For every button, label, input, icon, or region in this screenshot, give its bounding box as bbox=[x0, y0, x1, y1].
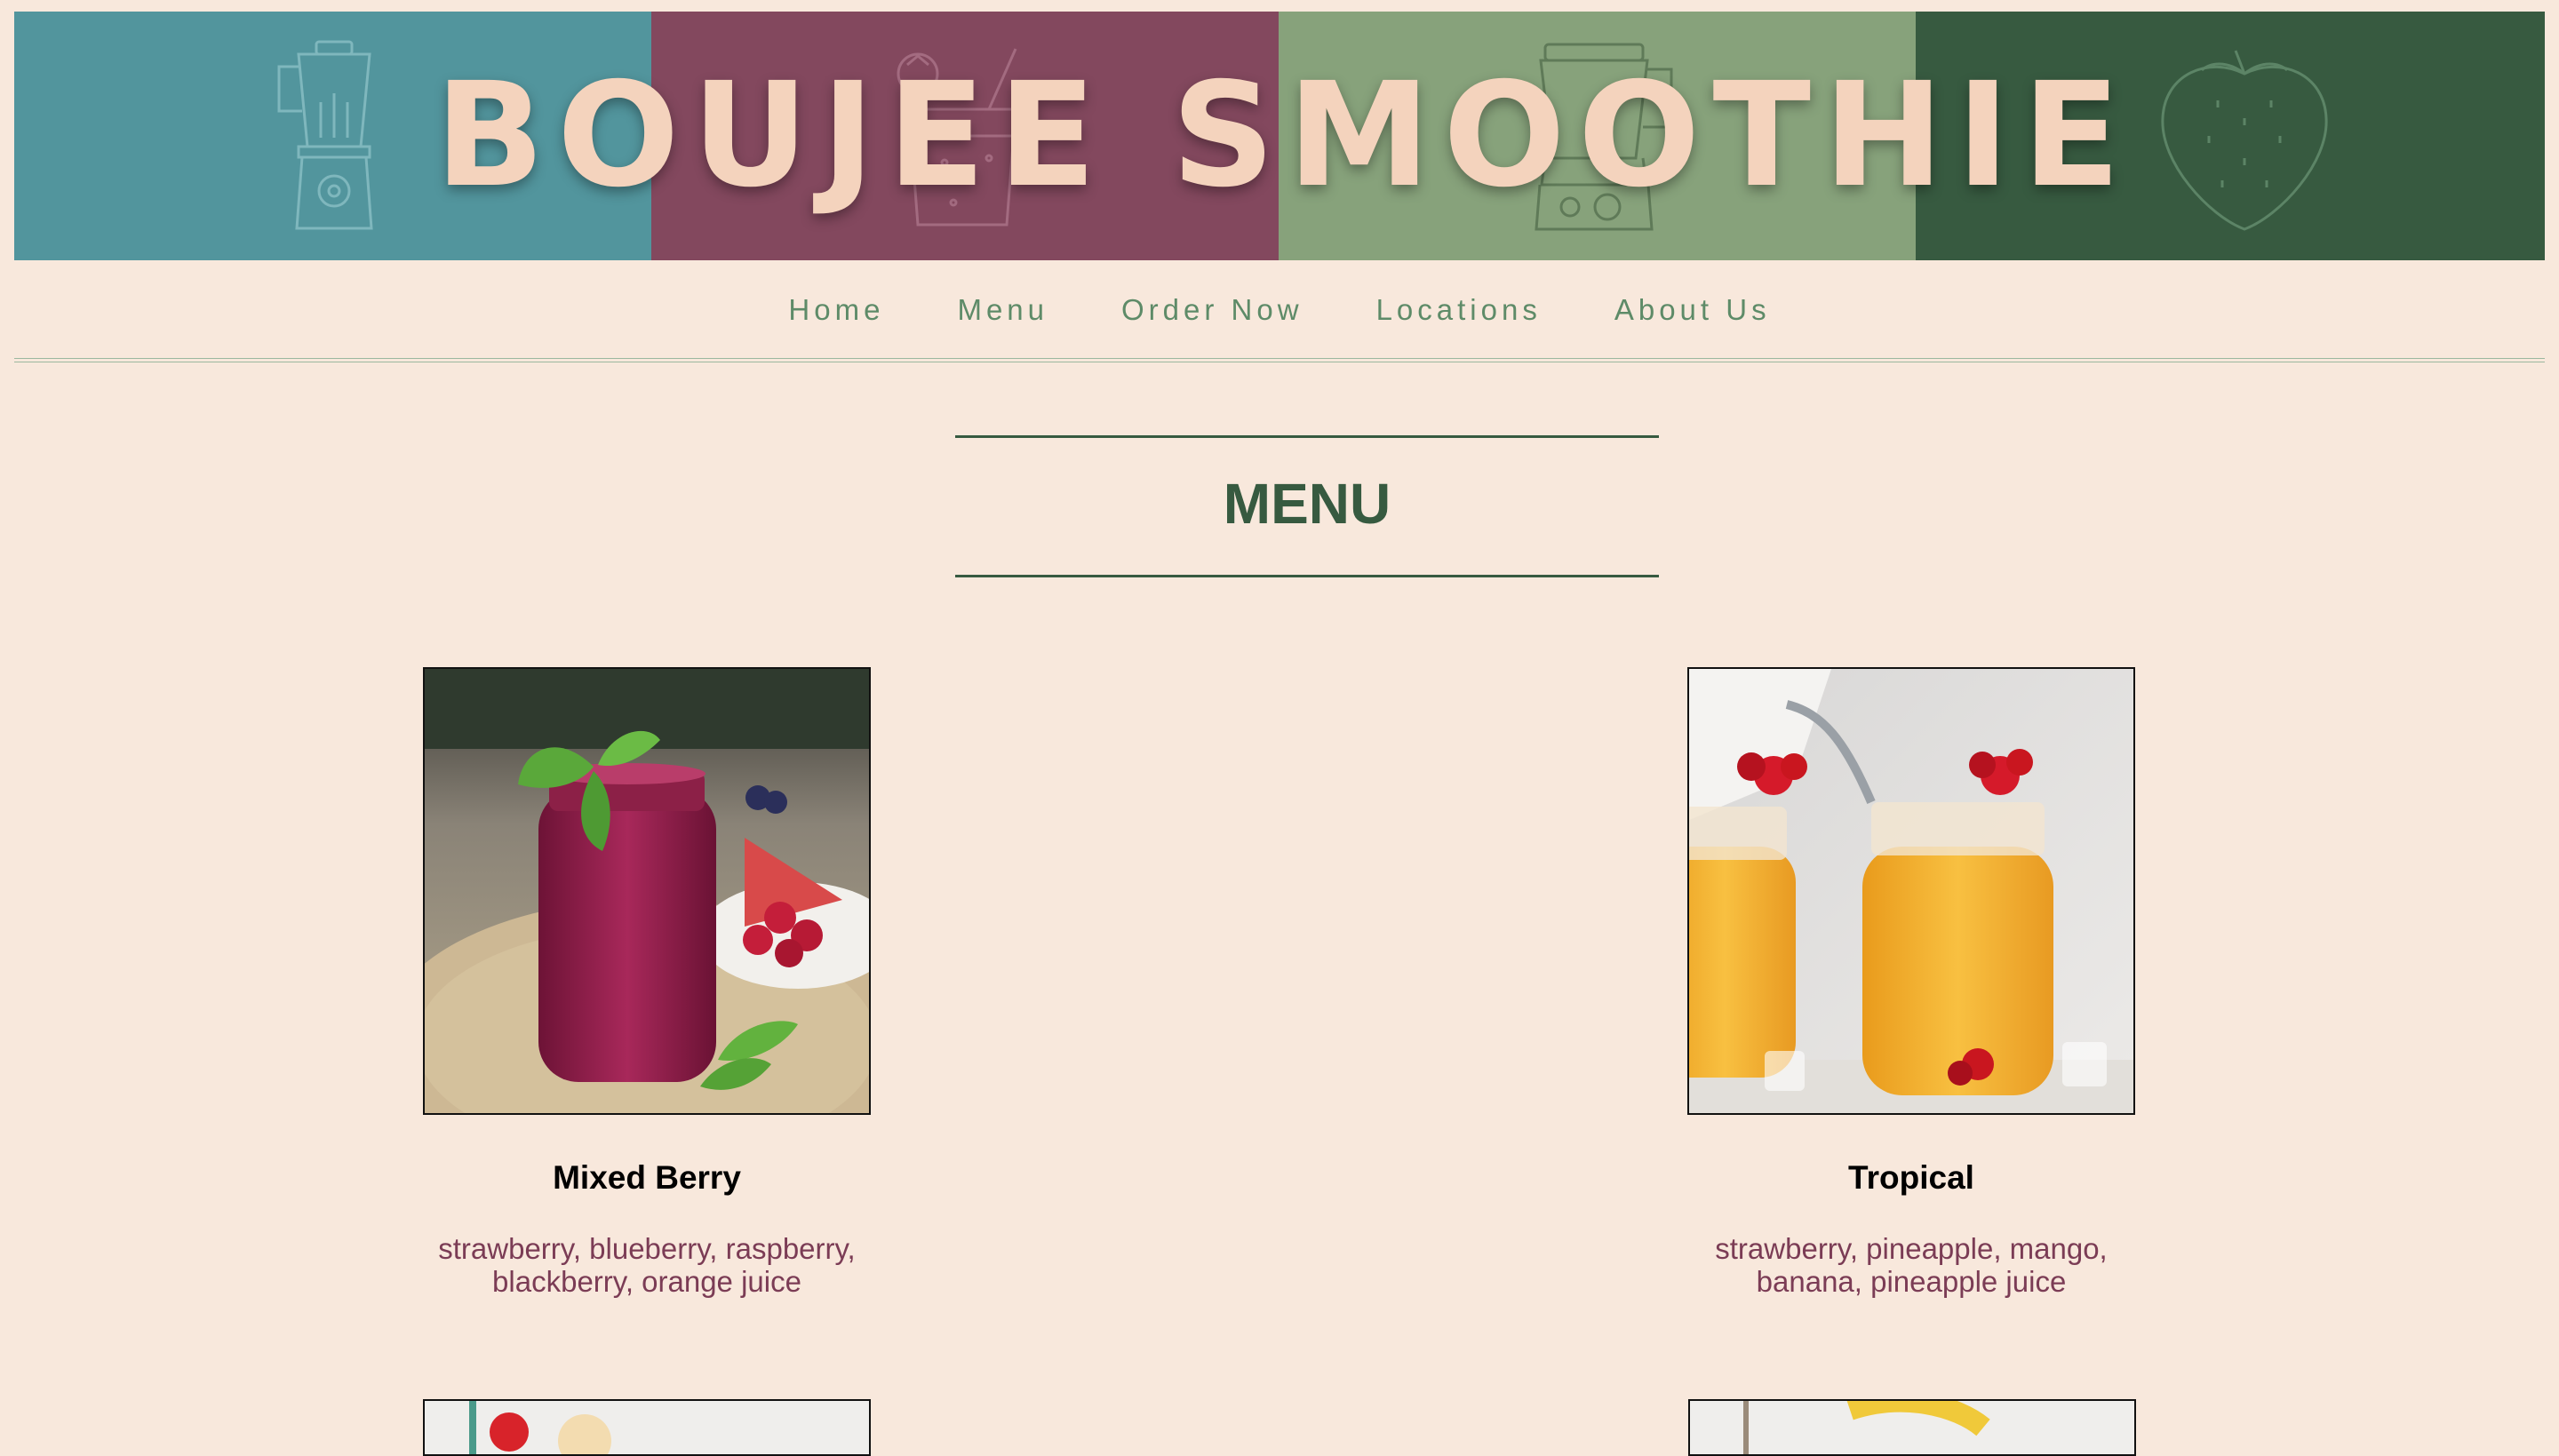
menu-heading: MENU bbox=[1223, 472, 1391, 536]
menu-heading-rule-top bbox=[955, 435, 1659, 438]
nav-link-about-us[interactable]: About Us bbox=[1614, 293, 1771, 327]
main-nav: Home Menu Order Now Locations About Us bbox=[14, 293, 2545, 327]
menu-heading-rule-bottom bbox=[955, 575, 1659, 577]
menu-item-name: Mixed Berry bbox=[553, 1159, 741, 1196]
menu-item-description: strawberry, blueberry, raspberry, blackb… bbox=[438, 1232, 856, 1298]
next-menu-item-photo bbox=[1688, 1399, 2136, 1456]
mixed-berry-smoothie-photo bbox=[423, 667, 871, 1115]
nav-link-locations[interactable]: Locations bbox=[1376, 293, 1542, 327]
tropical-smoothie-photo bbox=[1687, 667, 2135, 1115]
nav-link-order-now[interactable]: Order Now bbox=[1121, 293, 1303, 327]
site-title: BOUJEE SMOOTHIE bbox=[434, 52, 2133, 219]
menu-item-card: Mixed Berry strawberry, blueberry, raspb… bbox=[380, 667, 913, 1298]
nav-divider bbox=[14, 358, 2545, 362]
menu-item-name: Tropical bbox=[1848, 1159, 1974, 1196]
menu-item-description: strawberry, pineapple, mango, banana, pi… bbox=[1715, 1232, 2108, 1298]
nav-link-menu[interactable]: Menu bbox=[957, 293, 1048, 327]
nav-link-home[interactable]: Home bbox=[788, 293, 884, 327]
next-menu-item-photo bbox=[423, 1399, 871, 1456]
menu-item-card: Tropical strawberry, pineapple, mango, b… bbox=[1645, 667, 2178, 1298]
